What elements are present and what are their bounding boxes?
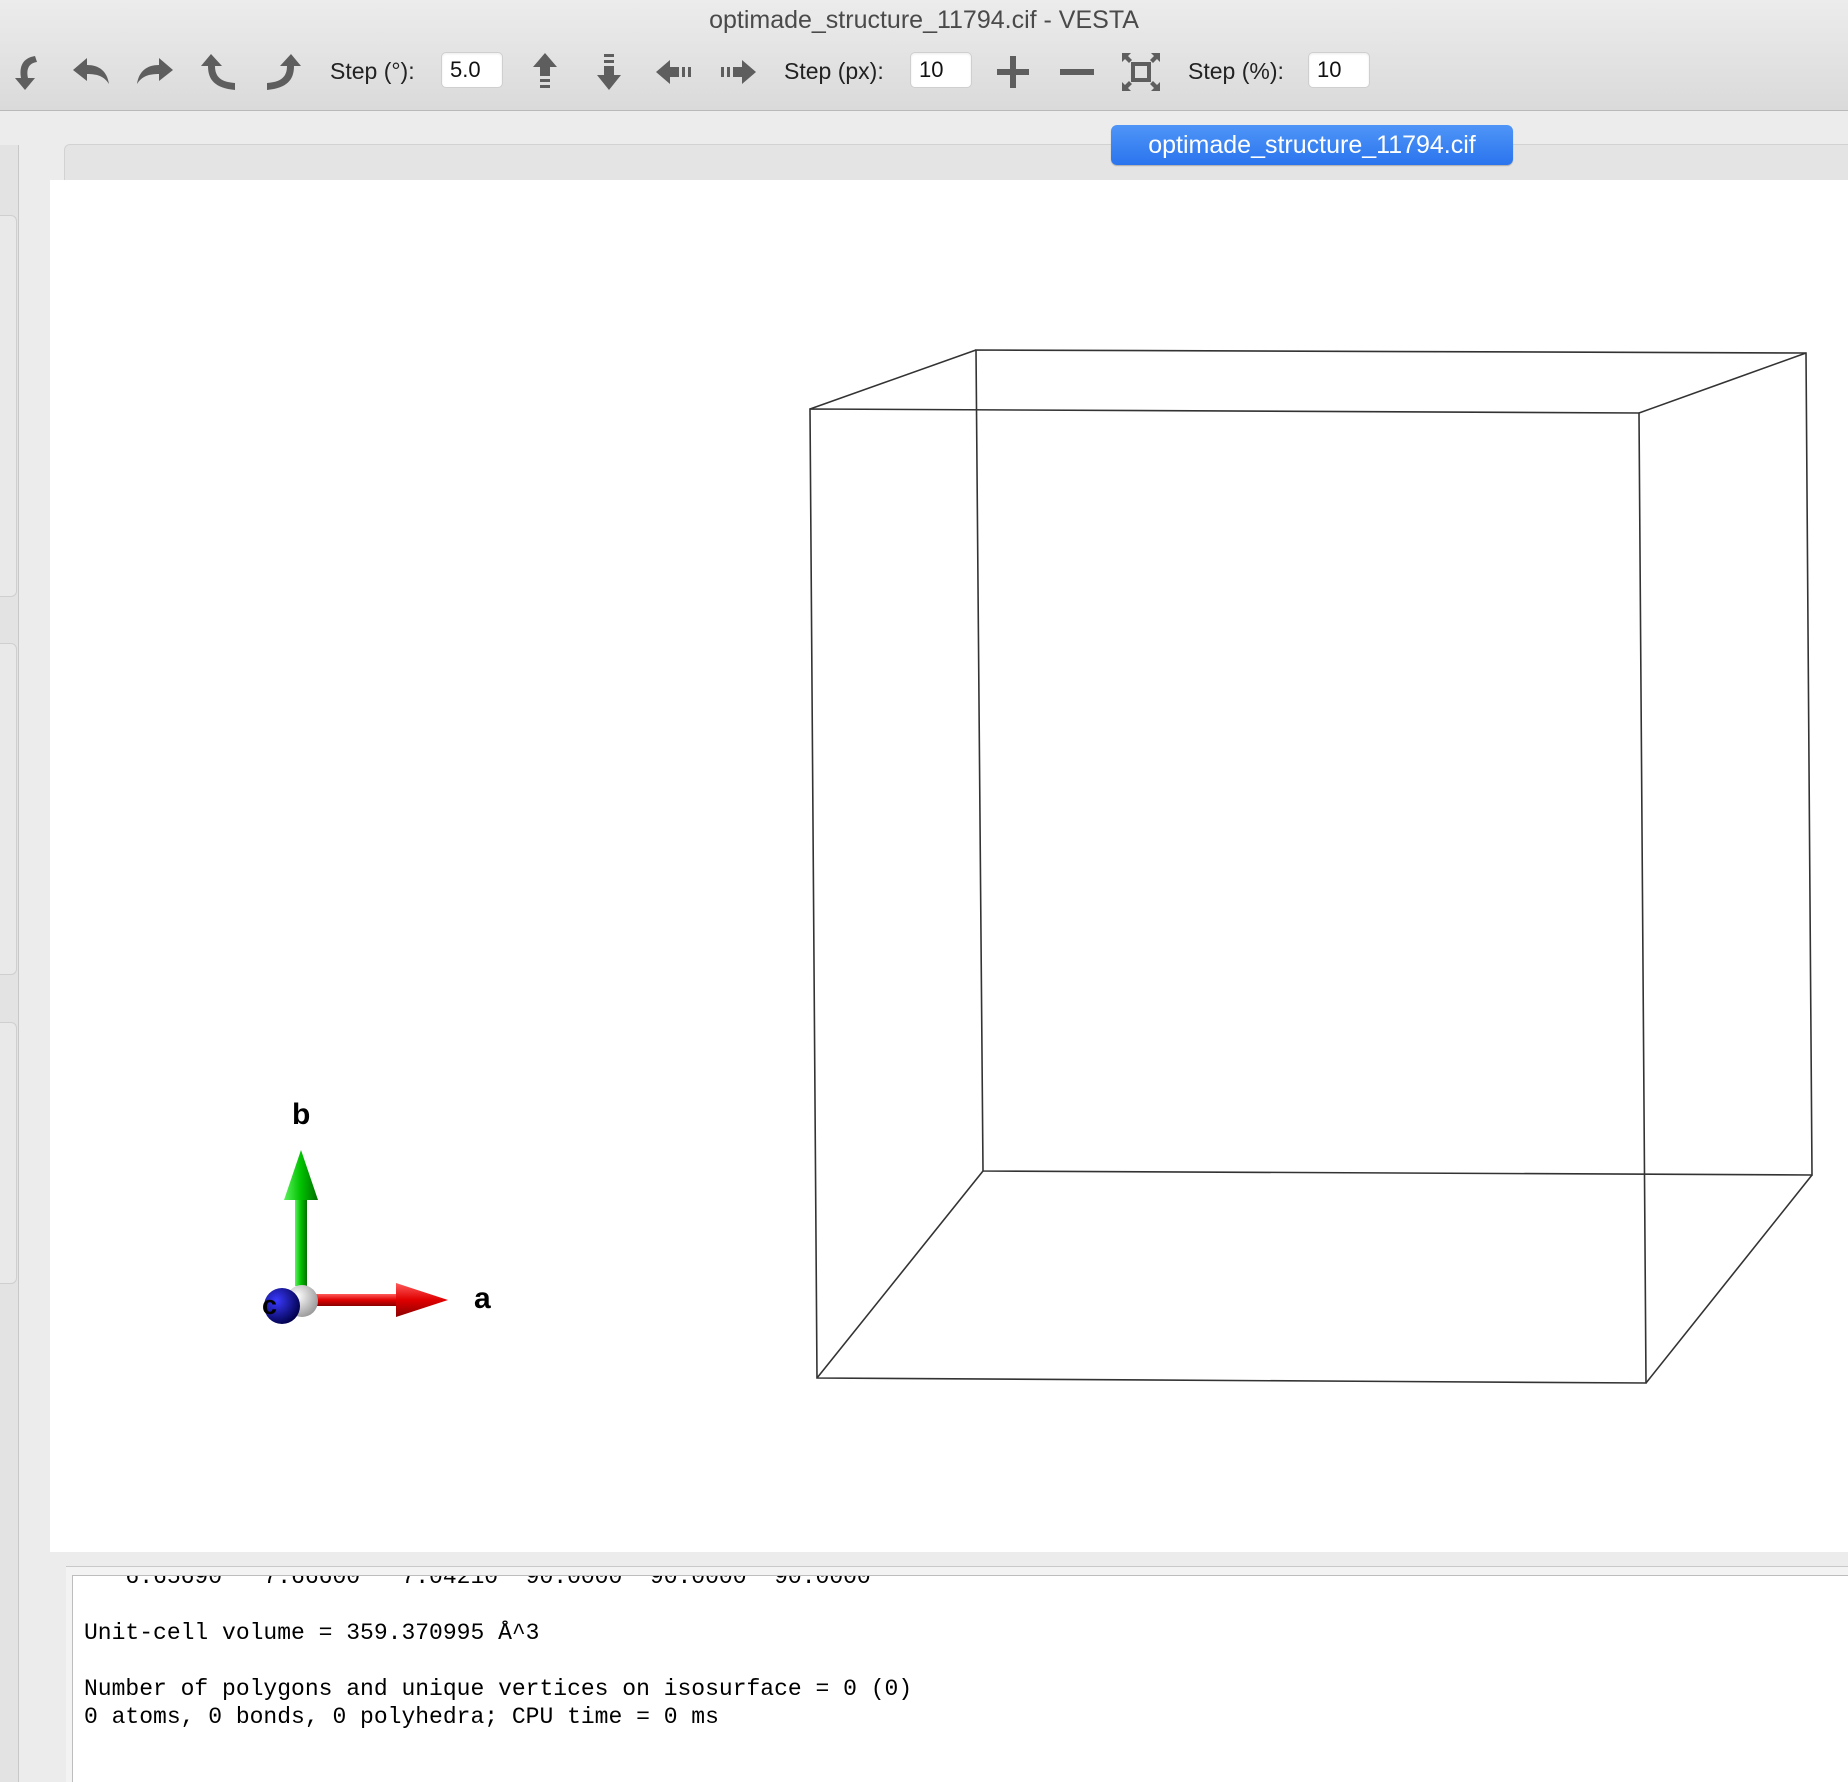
unit-cell-edge xyxy=(1638,352,1807,414)
translation-step-input[interactable] xyxy=(910,52,972,88)
rotate-down-icon xyxy=(15,56,37,90)
side-panel-section[interactable] xyxy=(0,643,17,975)
rotate-right-icon xyxy=(137,58,173,84)
rotate-down-button[interactable] xyxy=(2,48,52,96)
unit-cell-edge xyxy=(809,349,977,410)
rotation-step-input[interactable] xyxy=(441,52,503,88)
unit-cell-edge xyxy=(816,1170,984,1379)
log-line-isosurface: Number of polygons and unique vertices o… xyxy=(84,1676,913,1702)
output-log-panel: 6.65690 7.66600 7.04210 90.0000 90.0000 … xyxy=(66,1566,1848,1782)
toolbar: Step (°): 5.0 Step (px): 10 Step (%): 10 xyxy=(0,46,1848,98)
log-line-lattice-parameters: 6.65690 7.66600 7.04210 90.0000 90.0000 … xyxy=(84,1575,871,1590)
output-log[interactable]: 6.65690 7.66600 7.04210 90.0000 90.0000 … xyxy=(72,1575,1848,1782)
move-up-button[interactable] xyxy=(520,48,570,96)
tab-structure-file[interactable]: optimade_structure_11794.cif xyxy=(1111,125,1513,165)
move-left-icon xyxy=(656,60,691,84)
a-axis-label: a xyxy=(474,1282,491,1315)
zoom-in-button[interactable] xyxy=(988,48,1038,96)
unit-cell-front-face xyxy=(809,408,1647,1384)
zoom-step-input[interactable] xyxy=(1308,52,1370,88)
log-line-unit-cell-volume: Unit-cell volume = 359.370995 Å^3 xyxy=(84,1620,540,1646)
zoom-out-button[interactable] xyxy=(1052,48,1102,96)
side-panel-section[interactable] xyxy=(0,1022,17,1284)
move-right-button[interactable] xyxy=(712,48,762,96)
zoom-out-icon xyxy=(1060,69,1094,75)
fit-to-screen-button[interactable] xyxy=(1116,48,1166,96)
move-left-button[interactable] xyxy=(650,48,700,96)
move-up-icon xyxy=(533,53,557,88)
rotate-cw-icon xyxy=(267,54,301,90)
move-down-button[interactable] xyxy=(584,48,634,96)
b-axis-shaft xyxy=(295,1186,307,1286)
rotate-ccw-button[interactable] xyxy=(194,48,244,96)
axis-triad xyxy=(264,1150,448,1324)
c-axis-label: c xyxy=(262,1290,278,1320)
unit-cell-outline xyxy=(264,349,1813,1384)
b-axis-arrowhead xyxy=(284,1150,318,1200)
title-bar: optimade_structure_11794.cif - VESTA Ste… xyxy=(0,0,1848,111)
window-title: optimade_structure_11794.cif - VESTA xyxy=(709,6,1139,34)
vesta-window: optimade_structure_11794.cif - VESTA Ste… xyxy=(0,0,1848,1782)
tab-strip xyxy=(64,144,1848,181)
unit-cell-back-face xyxy=(975,349,1813,1176)
fit-to-screen-icon xyxy=(1122,53,1160,91)
rotate-left-button[interactable] xyxy=(66,48,116,96)
b-axis-label: b xyxy=(292,1098,311,1131)
rotate-left-icon xyxy=(73,58,109,84)
rotate-ccw-icon xyxy=(201,54,235,90)
move-right-icon xyxy=(721,60,756,84)
side-panel xyxy=(0,145,19,1782)
translation-step-label: Step (px): xyxy=(784,58,884,84)
rotate-right-button[interactable] xyxy=(130,48,180,96)
zoom-step-label: Step (%): xyxy=(1188,58,1284,84)
zoom-in-icon xyxy=(997,56,1029,88)
rotate-cw-button[interactable] xyxy=(258,48,308,96)
log-line-object-counts: 0 atoms, 0 bonds, 0 polyhedra; CPU time … xyxy=(84,1704,719,1730)
unit-cell-edge xyxy=(1645,1174,1813,1384)
structure-viewport[interactable]: b a c xyxy=(50,180,1848,1552)
unit-cell-edges xyxy=(809,349,1813,1384)
move-down-icon xyxy=(597,54,621,90)
side-panel-section[interactable] xyxy=(0,215,17,597)
rotation-step-label: Step (°): xyxy=(330,58,415,84)
a-axis-arrowhead xyxy=(396,1283,448,1317)
